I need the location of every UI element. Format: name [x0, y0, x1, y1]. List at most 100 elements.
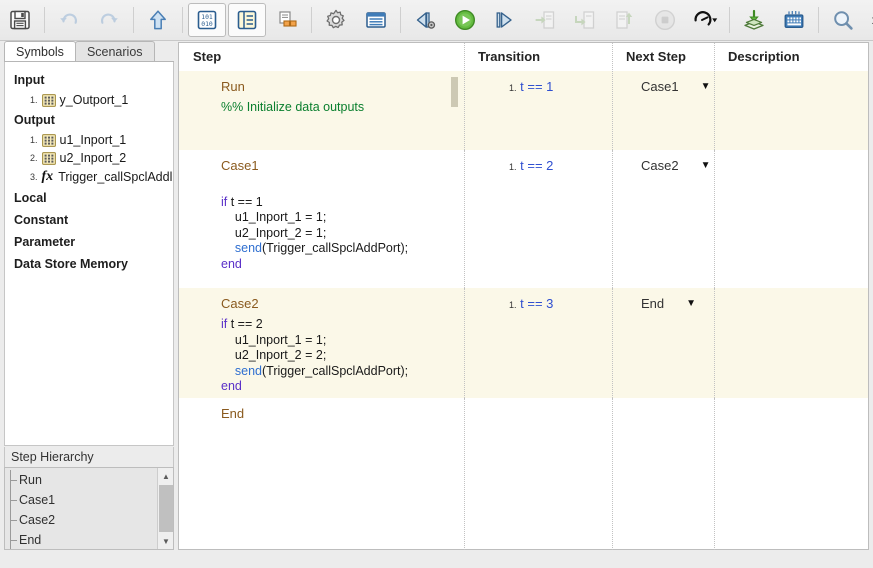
- symbol-group-local[interactable]: Local: [5, 187, 173, 209]
- table-button[interactable]: [357, 3, 395, 37]
- step-hierarchy-label: Step Hierarchy: [4, 447, 174, 467]
- tab-symbols[interactable]: Symbols: [4, 41, 76, 61]
- run-speed-button[interactable]: [686, 3, 724, 37]
- left-panel: SymbolsScenarios Input1.y_Outport_1Outpu…: [4, 42, 174, 446]
- transition-condition[interactable]: 1. t == 3: [479, 288, 612, 311]
- table-row[interactable]: End: [179, 398, 868, 548]
- go-up-button[interactable]: [139, 3, 177, 37]
- cell-description[interactable]: [714, 288, 868, 398]
- cell-transition[interactable]: 1. t == 3: [464, 288, 612, 398]
- step-hierarchy-panel[interactable]: RunCase1Case2 End ▲ ▼: [4, 467, 174, 550]
- step-code[interactable]: if t == 1 u1_Inport_1 = 1; u2_Inport_2 =…: [193, 173, 464, 272]
- hierarchy-node-run[interactable]: Run: [5, 470, 158, 490]
- step-in-icon: [573, 8, 597, 32]
- scroll-down-icon[interactable]: ▼: [158, 533, 174, 549]
- step-hierarchy-title: Step Hierarchy: [11, 450, 94, 464]
- link-blocks-button[interactable]: [268, 3, 306, 37]
- toolbar-overflow-button[interactable]: »: [863, 3, 873, 37]
- cell-next-step[interactable]: Case2▼: [612, 150, 714, 288]
- symbol-item-u2_Inport_2[interactable]: 2.u2_Inport_2: [5, 149, 173, 167]
- step-cell-scrollbar[interactable]: [451, 77, 458, 107]
- step-code[interactable]: if t == 2 u1_Inport_1 = 1; u2_Inport_2 =…: [193, 311, 464, 395]
- step-hierarchy-scrollbar[interactable]: ▲ ▼: [157, 468, 173, 549]
- hierarchy-node-case2[interactable]: Case2: [5, 510, 158, 530]
- column-header-description[interactable]: Description: [714, 43, 868, 71]
- table-row[interactable]: Case2if t == 2 u1_Inport_1 = 1; u2_Inpor…: [179, 288, 868, 398]
- symbol-item-u1_Inport_1[interactable]: 1. u1_Inport_1: [5, 131, 173, 149]
- symbol-group-input[interactable]: Input: [5, 69, 173, 91]
- symbol-label: u2_Inport_2: [60, 151, 127, 165]
- step-name[interactable]: Case1: [193, 150, 464, 173]
- cell-description[interactable]: [714, 150, 868, 288]
- cell-step[interactable]: Case2if t == 2 u1_Inport_1 = 1; u2_Inpor…: [179, 288, 464, 398]
- transition-condition[interactable]: 1. t == 1: [479, 71, 612, 94]
- cell-transition[interactable]: [464, 398, 612, 548]
- symbol-index: 1.: [30, 135, 38, 145]
- keyboard-button[interactable]: [775, 3, 813, 37]
- transition-index: 1.: [509, 162, 517, 172]
- step-hierarchy-list[interactable]: RunCase1Case2 End: [5, 468, 158, 549]
- step-out-icon: [613, 8, 637, 32]
- chevron-down-icon[interactable]: ▼: [686, 296, 696, 311]
- description-value: [729, 150, 868, 158]
- hierarchy-node-end[interactable]: End: [5, 530, 158, 550]
- column-header-next-step[interactable]: Next Step: [612, 43, 714, 71]
- export-button[interactable]: [735, 3, 773, 37]
- binary-view-button[interactable]: 101010: [188, 3, 226, 37]
- chevron-down-icon[interactable]: ▼: [701, 158, 711, 173]
- chevron-down-icon[interactable]: ▼: [701, 79, 711, 94]
- cell-next-step[interactable]: Case1▼: [612, 71, 714, 150]
- column-header-step[interactable]: Step: [179, 43, 464, 71]
- hierarchy-node-label: End: [19, 533, 41, 547]
- cell-step[interactable]: Case1 if t == 1 u1_Inport_1 = 1; u2_Inpo…: [179, 150, 464, 288]
- cell-transition[interactable]: 1. t == 2: [464, 150, 612, 288]
- matrix-grid-icon: [42, 134, 56, 147]
- symbol-item-y_Outport_1[interactable]: 1.y_Outport_1: [5, 91, 173, 109]
- scroll-up-icon[interactable]: ▲: [158, 468, 174, 484]
- save-button[interactable]: [1, 3, 39, 37]
- step-in-button: [566, 3, 604, 37]
- play-circle-icon: [453, 8, 477, 32]
- run-button[interactable]: [446, 3, 484, 37]
- symbol-group-data-store-memory[interactable]: Data Store Memory: [5, 253, 173, 275]
- cell-next-step[interactable]: End▼: [612, 288, 714, 398]
- step-name[interactable]: Case2: [193, 288, 464, 311]
- continue-button[interactable]: [486, 3, 524, 37]
- cell-step[interactable]: Run%% Initialize data outputs: [179, 71, 464, 150]
- description-value: [729, 288, 868, 296]
- symbol-index: 3.: [30, 172, 38, 182]
- table-row[interactable]: Run%% Initialize data outputs 1. t == 1Ca…: [179, 71, 868, 150]
- symbol-group-constant[interactable]: Constant: [5, 209, 173, 231]
- cell-transition[interactable]: 1. t == 1: [464, 71, 612, 150]
- cell-step[interactable]: End: [179, 398, 464, 548]
- symbol-group-output[interactable]: Output: [5, 109, 173, 131]
- watermark: 呜呜锣的小屋: [860, 553, 873, 568]
- symbols-pane-button[interactable]: [228, 3, 266, 37]
- hierarchy-node-case1[interactable]: Case1: [5, 490, 158, 510]
- cell-description[interactable]: [714, 398, 868, 548]
- cell-description[interactable]: [714, 71, 868, 150]
- symbol-item-Trigger_callSpclAddl[interactable]: 3.fxTrigger_callSpclAddl: [5, 167, 173, 187]
- symbols-tree[interactable]: Input1.y_Outport_1Output 1. u1_Inport_1 2.u…: [4, 62, 174, 446]
- search-button[interactable]: [824, 3, 862, 37]
- table-row[interactable]: Case1 if t == 1 u1_Inport_1 = 1; u2_Inpo…: [179, 150, 868, 288]
- scrollbar-thumb[interactable]: [159, 485, 173, 532]
- tab-scenarios[interactable]: Scenarios: [75, 41, 155, 61]
- step-name[interactable]: Run: [193, 71, 464, 94]
- settings-button[interactable]: [317, 3, 355, 37]
- up-arrow-icon: [146, 8, 170, 32]
- description-value: [729, 71, 868, 79]
- step-back-button[interactable]: [406, 3, 444, 37]
- symbol-group-parameter[interactable]: Parameter: [5, 231, 173, 253]
- description-value: [729, 398, 868, 406]
- step-name[interactable]: End: [193, 398, 464, 421]
- matrix-grid-icon: [42, 152, 56, 165]
- cell-next-step[interactable]: [612, 398, 714, 548]
- simulink-test-sequence-editor: 101010 » SymbolsScenarios Input1.y_Outpor…: [0, 0, 873, 568]
- step-over-icon: [533, 8, 557, 32]
- transition-condition[interactable]: 1. t == 2: [479, 150, 612, 173]
- column-header-transition[interactable]: Transition: [464, 43, 612, 71]
- symbol-label: u1_Inport_1: [60, 133, 127, 147]
- toolbar: 101010 »: [0, 0, 873, 41]
- step-code[interactable]: %% Initialize data outputs: [193, 94, 464, 116]
